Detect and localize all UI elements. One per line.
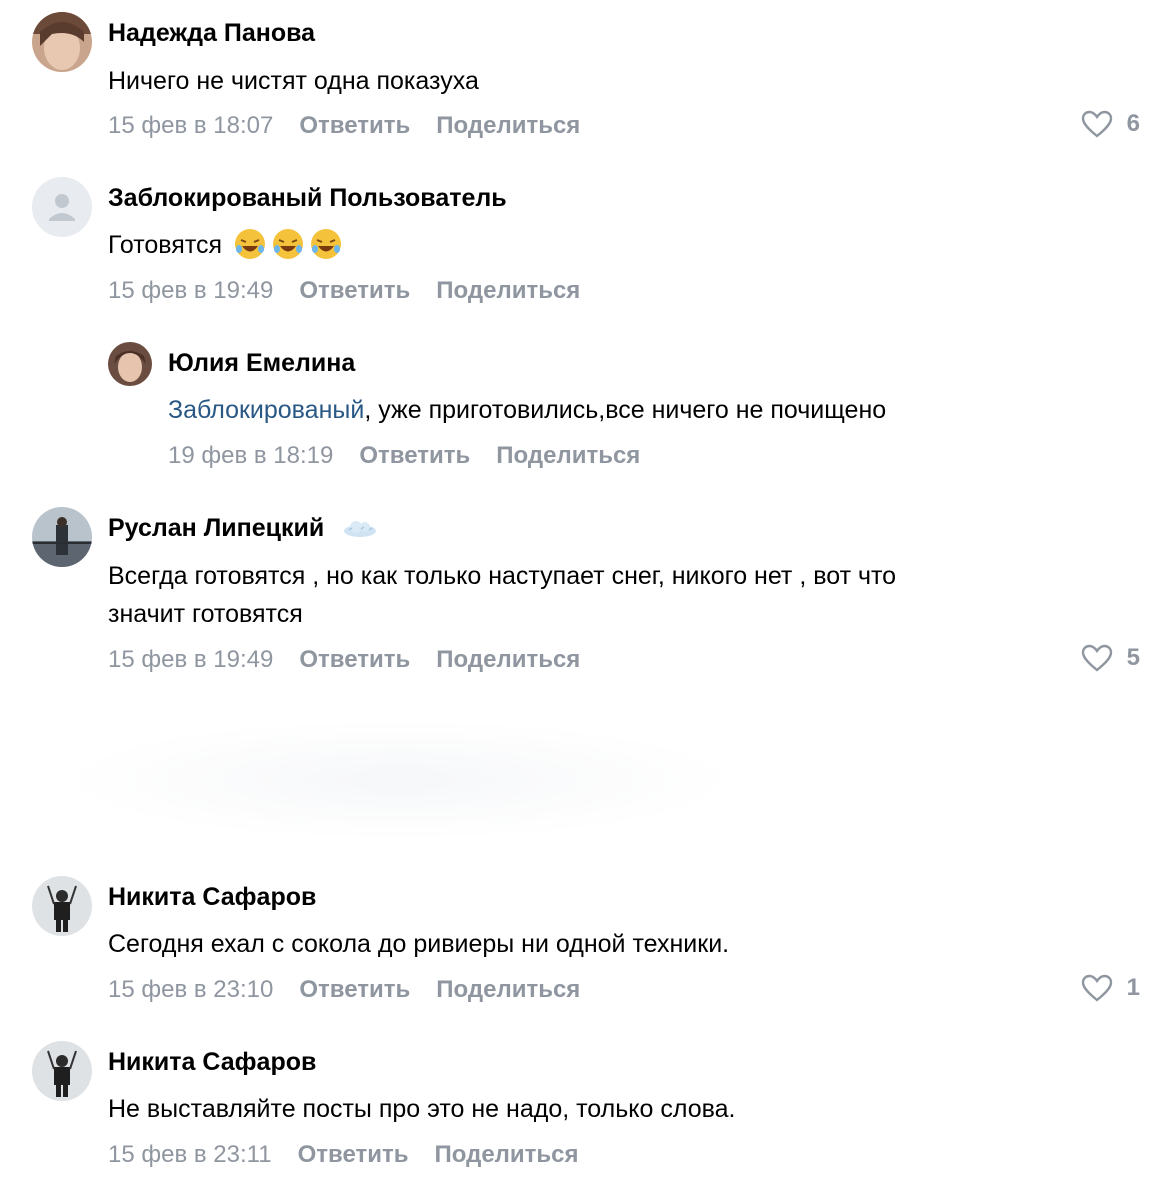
laughing-emoji-icon <box>235 229 265 259</box>
comment-author[interactable]: Руслан Липецкий <box>108 513 381 543</box>
avatar[interactable] <box>32 12 92 72</box>
cloud-icon <box>344 521 377 537</box>
reply-button[interactable]: Ответить <box>299 111 410 141</box>
avatar[interactable] <box>32 876 92 936</box>
avatar-photo <box>32 12 92 72</box>
comment-text-line: Всегда готовятся , но как только наступа… <box>108 562 897 590</box>
comment-date[interactable]: 15 фев в 18:07 <box>108 111 273 141</box>
comment-meta: 15 фев в 19:49 Ответить Поделиться <box>108 645 580 675</box>
comment-meta: 15 фев в 19:49 Ответить Поделиться <box>108 276 580 306</box>
comment-date[interactable]: 19 фев в 18:19 <box>168 441 333 471</box>
avatar-photo <box>32 876 92 936</box>
comment-text: Ничего не чистят одна показуха <box>108 67 479 95</box>
heart-icon <box>1081 974 1112 1002</box>
comment-meta: 15 фев в 18:07 Ответить Поделиться <box>108 111 580 141</box>
heart-icon <box>1081 110 1112 138</box>
share-button[interactable]: Поделиться <box>436 276 580 306</box>
avatar[interactable] <box>32 1041 92 1101</box>
reply-button[interactable]: Ответить <box>298 1140 409 1170</box>
comment-text-line: значит готовятся <box>108 600 303 628</box>
like-count: 1 <box>1126 974 1140 1001</box>
comment-date[interactable]: 15 фев в 23:10 <box>108 975 273 1005</box>
avatar[interactable] <box>32 177 92 237</box>
avatar-photo <box>108 342 152 386</box>
share-button[interactable]: Поделиться <box>496 441 640 471</box>
reply-button[interactable]: Ответить <box>299 975 410 1005</box>
comment-author[interactable]: Юлия Емелина <box>168 348 355 378</box>
share-button[interactable]: Поделиться <box>436 645 580 675</box>
like-count: 6 <box>1126 110 1140 137</box>
avatar-photo <box>32 1041 92 1101</box>
comment-author[interactable]: Никита Сафаров <box>108 1047 316 1077</box>
comment-text: Сегодня ехал с сокола до ривиеры ни одно… <box>108 930 730 958</box>
comment-author[interactable]: Надежда Панова <box>108 18 315 48</box>
reply-button[interactable]: Ответить <box>299 276 410 306</box>
comment-text: Всегда готовятся , но как только наступа… <box>108 557 896 633</box>
avatar[interactable] <box>32 507 92 567</box>
reply-button[interactable]: Ответить <box>299 645 410 675</box>
comment-date[interactable]: 15 фев в 19:49 <box>108 645 273 675</box>
comment-text: Заблокированый, уже приготовились,все ни… <box>168 391 886 429</box>
share-button[interactable]: Поделиться <box>436 975 580 1005</box>
comment-meta: 15 фев в 23:11 Ответить Поделиться <box>108 1140 579 1170</box>
laughing-emoji-icon <box>273 229 303 259</box>
comment-meta: 19 фев в 18:19 Ответить Поделиться <box>168 441 640 471</box>
comment-text: Готовятся <box>108 226 343 264</box>
comment-date[interactable]: 15 фев в 23:11 <box>108 1140 272 1170</box>
avatar[interactable] <box>108 342 152 386</box>
mention-link[interactable]: Заблокированый <box>168 396 364 424</box>
comment-text-body: Готовятся <box>108 231 223 259</box>
comment-date[interactable]: 15 фев в 19:49 <box>108 276 273 306</box>
comment-text-body: , уже приготовились,все ничего не почище… <box>364 396 887 424</box>
comment-text: Не выставляйте посты про это не надо, то… <box>108 1095 736 1123</box>
blank-gap <box>60 720 740 840</box>
comment-author[interactable]: Никита Сафаров <box>108 882 316 912</box>
like-button[interactable]: 5 <box>1081 644 1140 672</box>
like-button[interactable]: 6 <box>1081 110 1140 138</box>
share-button[interactable]: Поделиться <box>436 111 580 141</box>
comment-author-name: Руслан Липецкий <box>108 514 325 542</box>
avatar-photo <box>32 507 92 567</box>
reply-button[interactable]: Ответить <box>359 441 470 471</box>
share-button[interactable]: Поделиться <box>434 1140 578 1170</box>
laughing-emoji-icon <box>311 229 341 259</box>
default-user-icon <box>32 177 92 237</box>
like-count: 5 <box>1126 644 1140 671</box>
heart-icon <box>1081 644 1112 672</box>
like-button[interactable]: 1 <box>1081 974 1140 1002</box>
comment-author[interactable]: Заблокированый Пользователь <box>108 183 507 213</box>
comment-meta: 15 фев в 23:10 Ответить Поделиться <box>108 975 580 1005</box>
